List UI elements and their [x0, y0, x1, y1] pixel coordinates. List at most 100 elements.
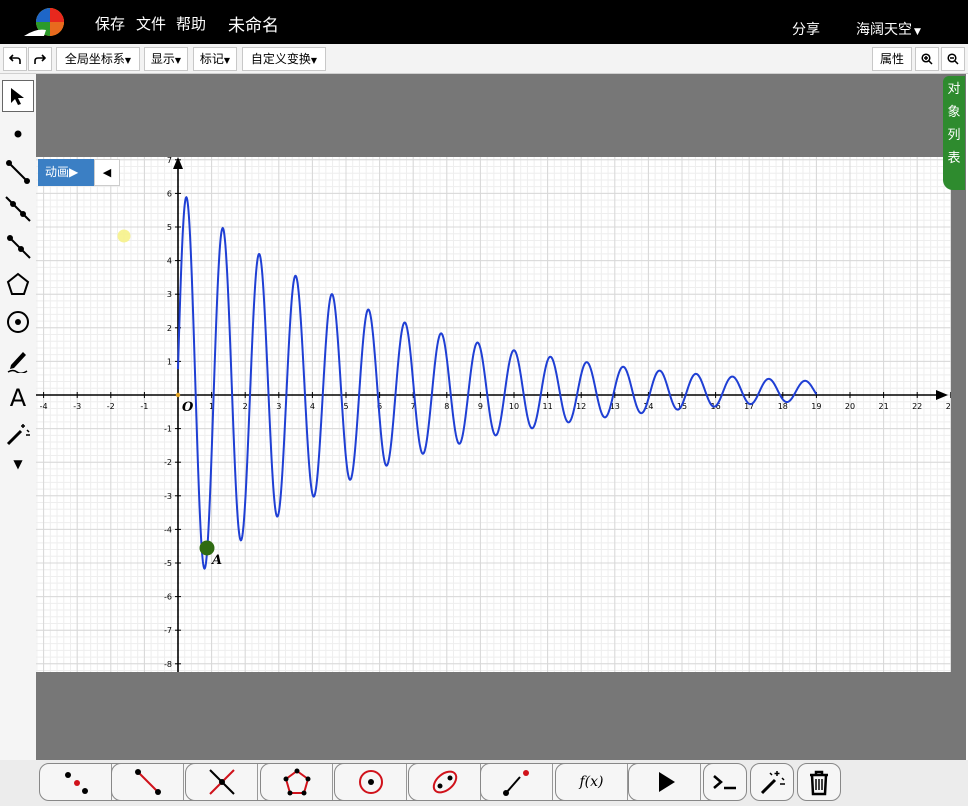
chevron-down-icon: ▼: [174, 56, 182, 65]
command-icon: [713, 775, 736, 790]
expand-tools-button[interactable]: ▼: [2, 448, 34, 480]
object-list-char: 表: [947, 151, 961, 166]
circle-tool[interactable]: [2, 306, 34, 338]
polygon-icon: [6, 272, 30, 295]
menu-help[interactable]: 帮助: [176, 13, 206, 34]
magic-wand-icon: [760, 771, 785, 795]
ray-tool[interactable]: [2, 230, 34, 262]
chevron-down-icon: ▼: [914, 27, 921, 37]
point-tool[interactable]: [2, 118, 34, 150]
transform-dropdown[interactable]: 自定义变换▼: [242, 47, 326, 71]
properties-button[interactable]: 属性: [872, 47, 912, 71]
left-toolbar: A ▼: [0, 74, 36, 764]
circle-icon: [7, 311, 29, 333]
animation-tools-button[interactable]: [629, 764, 701, 800]
function-tools-icon: f(x): [579, 774, 604, 790]
y-tick-label: 6: [167, 189, 172, 198]
y-tick-label: -1: [164, 425, 172, 434]
display-label: 显示: [150, 52, 175, 66]
x-tick-label: 19: [811, 402, 821, 411]
pen-tool[interactable]: [2, 344, 34, 376]
point-tools-button[interactable]: [40, 764, 112, 800]
x-tick-label: -4: [40, 402, 48, 411]
segment-icon: [6, 160, 30, 184]
delete-button[interactable]: [797, 763, 841, 801]
top-bar: 保存 文件 帮助 未命名 分享 海阔天空 ▼: [0, 0, 968, 44]
y-tick-label: -5: [164, 559, 172, 568]
ray-icon: [7, 235, 31, 259]
segment-tools-button[interactable]: [112, 764, 184, 800]
redo-icon: [34, 54, 47, 64]
magic-wand-icon: [6, 424, 30, 446]
menu-file[interactable]: 文件: [136, 13, 166, 34]
x-tick-label: 18: [778, 402, 788, 411]
magic-wand-button[interactable]: [750, 763, 794, 801]
y-tick-label: -6: [164, 593, 172, 602]
point-a-label: A: [210, 553, 222, 568]
y-tick-label: 7: [167, 157, 172, 165]
zoom-in-button[interactable]: [915, 47, 939, 71]
mark-dropdown[interactable]: 标记▼: [193, 47, 237, 71]
object-list-char: 列: [947, 128, 961, 143]
animation-button[interactable]: 动画▶: [38, 159, 94, 186]
x-tick-label: 4: [310, 402, 315, 411]
app-logo-icon[interactable]: [20, 6, 68, 40]
animation-collapse-button[interactable]: ◀: [94, 159, 120, 186]
x-tick-label: 2: [243, 402, 248, 411]
select-tool[interactable]: [2, 80, 34, 112]
magic-wand-tool[interactable]: [2, 418, 34, 450]
line-tool[interactable]: [2, 193, 34, 225]
conic-tools-button[interactable]: [409, 764, 481, 800]
transform-label: 自定义变换: [250, 52, 311, 66]
x-tick-label: -1: [140, 402, 148, 411]
undo-button[interactable]: [3, 47, 27, 71]
circle-tools-button[interactable]: [335, 764, 407, 800]
x-tick-label: 20: [845, 402, 855, 411]
function-tools-button[interactable]: f(x): [556, 764, 628, 800]
y-tick-label: -4: [164, 525, 172, 534]
expand-down-icon: ▼: [13, 457, 23, 471]
menu-save[interactable]: 保存: [95, 13, 125, 34]
document-title[interactable]: 未命名: [228, 11, 279, 36]
chevron-down-icon: ▼: [310, 56, 318, 65]
circle-tools-icon: [358, 770, 383, 794]
transform-tools-button[interactable]: [481, 764, 553, 800]
share-button[interactable]: 分享: [792, 19, 820, 39]
display-dropdown[interactable]: 显示▼: [144, 47, 188, 71]
x-tick-label: 12: [576, 402, 586, 411]
x-tick-label: -2: [107, 402, 115, 411]
x-tick-label: 22: [912, 402, 922, 411]
triangle-left-icon: ◀: [102, 166, 112, 179]
bottom-toolbar: ▲ ▲ ▲ ▲ ▲ ▲ ▲ f(x) ▲ ▲: [0, 760, 968, 806]
y-tick-label: 1: [167, 357, 172, 366]
coord-system-dropdown[interactable]: 全局坐标系▼: [56, 47, 140, 71]
x-tick-label: 10: [509, 402, 519, 411]
user-name: 海阔天空: [856, 22, 912, 38]
redo-button[interactable]: [28, 47, 52, 71]
intersect-tools-button[interactable]: [186, 764, 258, 800]
trash-icon: [810, 770, 828, 796]
y-tick-label: -8: [164, 660, 172, 669]
polygon-tools-button[interactable]: [261, 764, 333, 800]
mark-label: 标记: [199, 52, 224, 66]
graph-view[interactable]: -4 -3 -2 -1 1 2 3 4 5 6 7 8 9 10 11 12 13 14 15 16 17 18 19 20 2…: [36, 157, 951, 672]
text-icon: A: [9, 384, 27, 412]
conic-tools-icon: [432, 770, 457, 794]
x-tick-label: 21: [879, 402, 889, 411]
cursor-highlight: [117, 229, 131, 243]
command-button[interactable]: [703, 763, 747, 801]
select-arrow-icon: [11, 88, 24, 105]
object-list-char: 象: [947, 105, 961, 120]
undo-icon: [8, 54, 21, 64]
chevron-down-icon: ▼: [223, 56, 231, 65]
y-tick-label: 4: [167, 257, 172, 266]
segment-tools-icon: [134, 769, 161, 795]
line-icon: [5, 196, 31, 222]
polygon-tool[interactable]: [2, 268, 34, 300]
user-menu[interactable]: 海阔天空 ▼: [856, 19, 921, 39]
zoom-out-button[interactable]: [941, 47, 965, 71]
segment-tool[interactable]: [2, 156, 34, 188]
object-list-tab[interactable]: 对 象 列 表: [943, 76, 965, 190]
graph-svg[interactable]: -4 -3 -2 -1 1 2 3 4 5 6 7 8 9 10 11 12 13 14 15 16 17 18 19 20 2…: [36, 157, 951, 672]
text-tool[interactable]: A: [2, 382, 34, 414]
